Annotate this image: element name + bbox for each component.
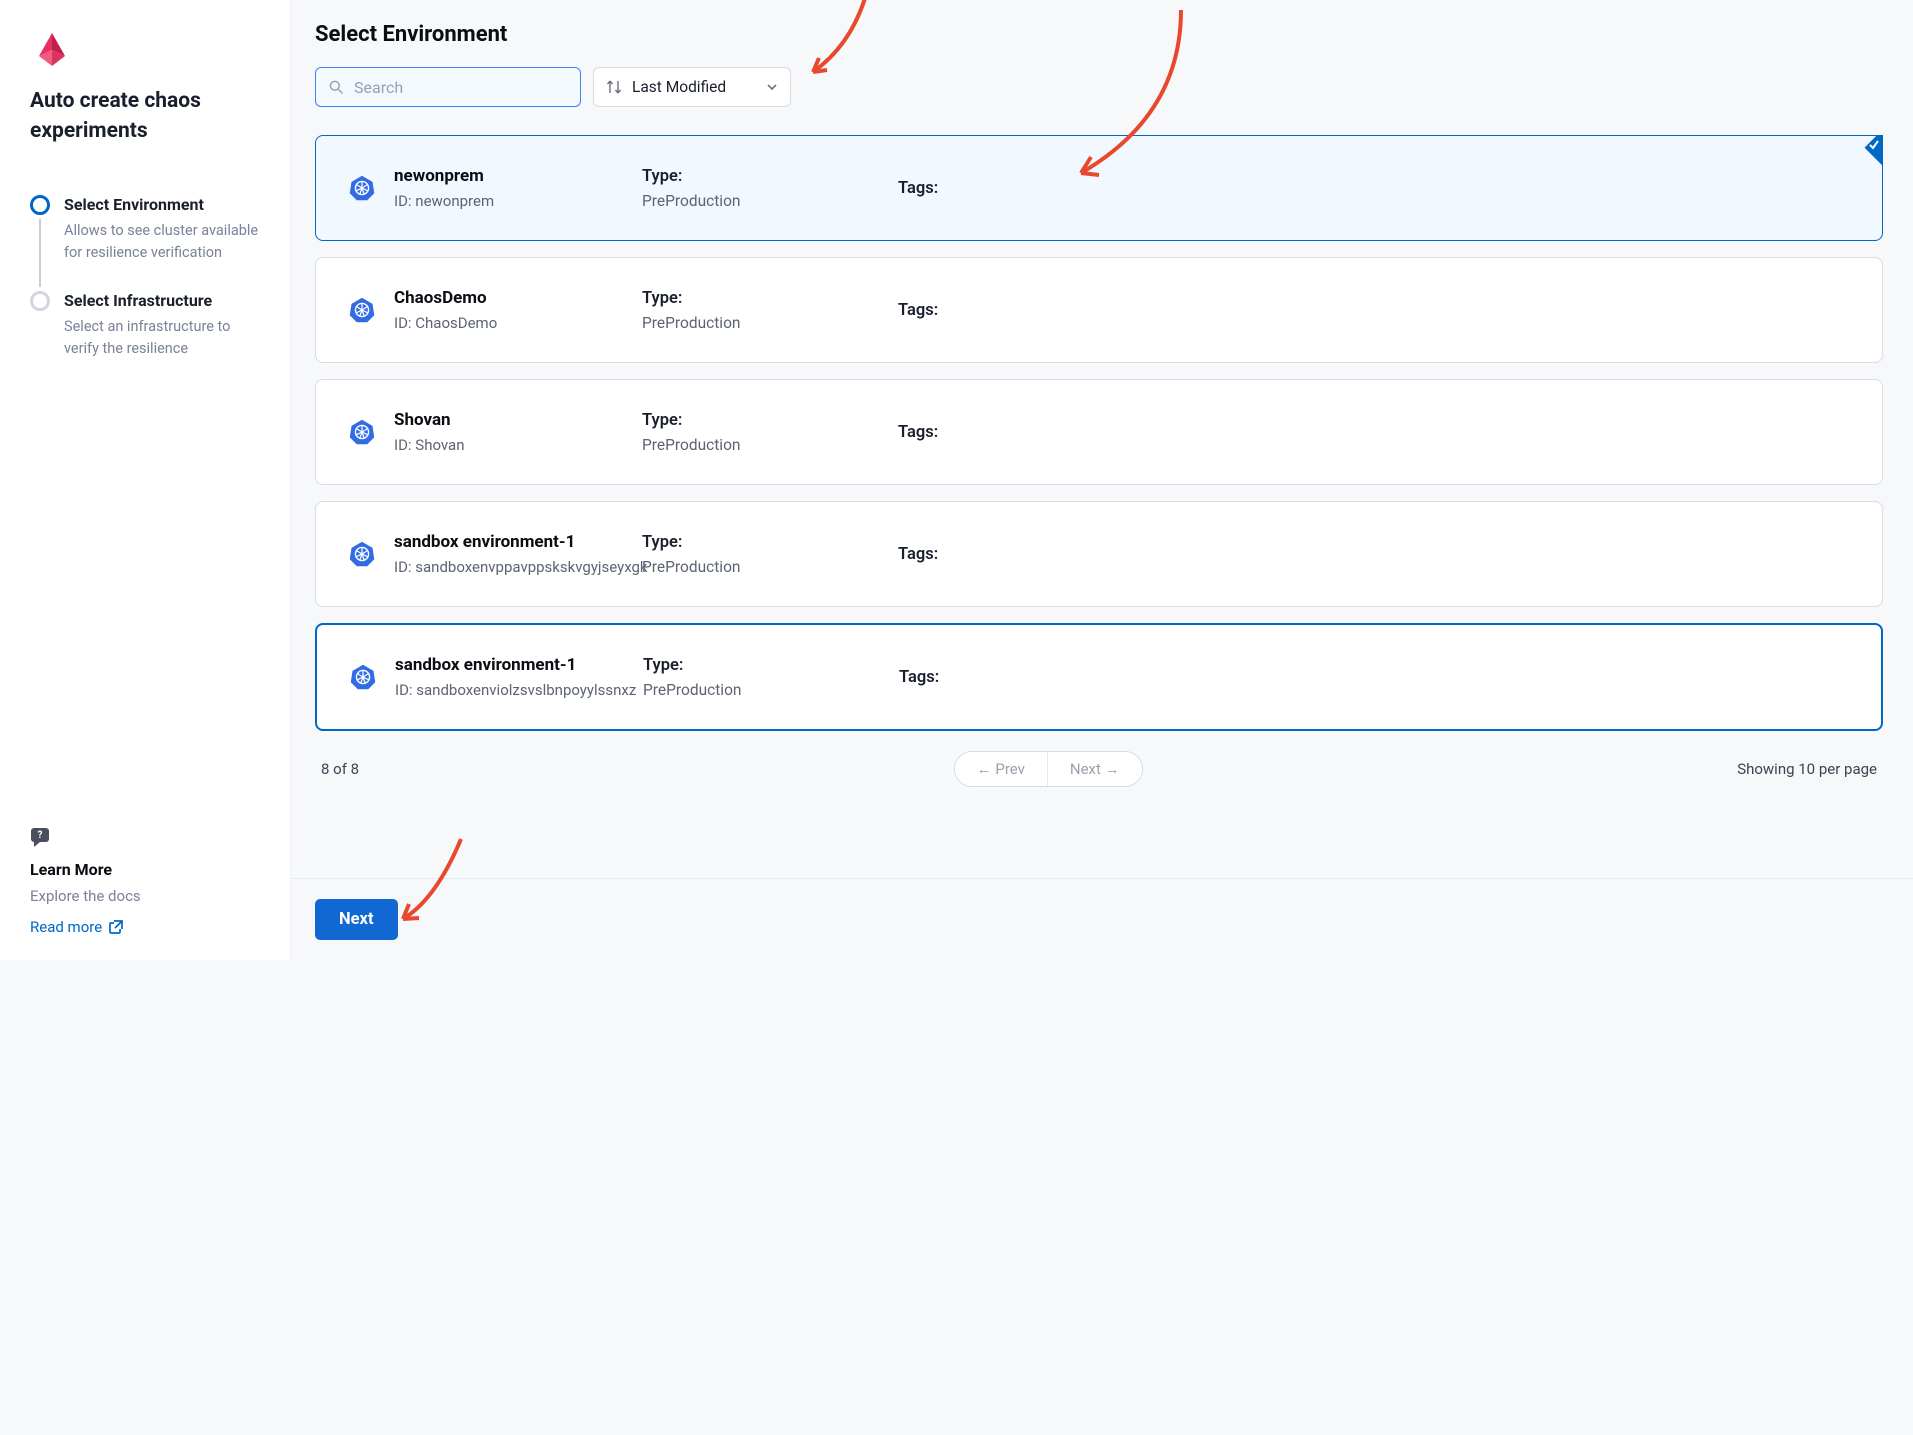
environment-card[interactable]: Shovan ID: ShovanType: PreProductionTags: [315,379,1883,485]
main-panel: Select Environment Last Modified newonpr… [290,0,1913,960]
step-select-infrastructure[interactable]: Select Infrastructure Select an infrastr… [30,291,264,387]
kubernetes-icon [348,418,376,446]
page-title: Select Environment [315,22,1883,47]
environment-card[interactable]: newonprem ID: newonpremType: PreProduction… [315,135,1883,241]
environment-name: sandbox environment-1 [394,532,642,552]
sort-icon [606,79,622,95]
type-label: Type: [643,656,899,675]
step-title: Select Infrastructure [64,291,264,310]
step-title: Select Environment [64,195,264,214]
tags-label: Tags: [898,423,1850,442]
type-value: PreProduction [642,558,898,576]
wizard-title: Auto create chaos experiments [30,86,264,147]
tags-label: Tags: [899,668,1849,687]
sort-dropdown[interactable]: Last Modified [593,67,791,107]
type-label: Type: [642,411,898,430]
tags-label: Tags: [898,179,1850,198]
environment-name: newonprem [394,166,642,186]
chevron-down-icon [766,81,778,93]
environment-card[interactable]: sandbox environment-1 ID: sandboxenviolzs… [315,623,1883,731]
tags-label: Tags: [898,545,1850,564]
type-label: Type: [642,167,898,186]
step-description: Allows to see cluster available for resi… [64,220,264,265]
svg-text:?: ? [38,830,43,841]
environment-id: ID: ChaosDemo [394,314,642,332]
environment-card[interactable]: ChaosDemo ID: ChaosDemoType: PreProduction… [315,257,1883,363]
search-icon [328,78,344,96]
search-input-wrapper[interactable] [315,67,581,107]
prev-button[interactable]: ← Prev [955,752,1047,786]
type-value: PreProduction [642,192,898,210]
step-description: Select an infrastructure to verify the r… [64,316,264,361]
environment-id: ID: sandboxenvppavppskskvgyjseyxgk [394,558,642,576]
environment-name: Shovan [394,410,642,430]
learn-more-section: ? Learn More Explore the docs Read more [30,827,264,936]
environment-id: ID: Shovan [394,436,642,454]
step-indicator-icon [30,195,50,215]
search-input[interactable] [354,78,568,97]
learn-more-title: Learn More [30,860,264,879]
selected-badge [1849,135,1883,169]
pagination-per-page: Showing 10 per page [1737,760,1877,778]
environment-id: ID: sandboxenviolzsvslbnpoyylssnxz [395,681,643,699]
type-value: PreProduction [642,436,898,454]
step-indicator-icon [30,291,50,311]
environment-name: sandbox environment-1 [395,655,643,675]
external-link-icon [108,919,124,935]
logo-icon [30,28,74,72]
wizard-steps: Select Environment Allows to see cluster… [30,195,264,827]
help-chat-icon: ? [30,827,264,854]
pagination-bar: 8 of 8 ← Prev Next → Showing 10 per page [315,731,1883,797]
next-page-button[interactable]: Next → [1047,752,1142,786]
environment-id: ID: newonprem [394,192,642,210]
step-select-environment[interactable]: Select Environment Allows to see cluster… [30,195,264,291]
type-label: Type: [642,289,898,308]
learn-more-subtitle: Explore the docs [30,887,264,905]
read-more-link[interactable]: Read more [30,918,124,936]
type-label: Type: [642,533,898,552]
pagination-count: 8 of 8 [321,760,359,778]
footer-bar: Next [291,878,1913,960]
kubernetes-icon [348,174,376,202]
next-button[interactable]: Next [315,899,398,940]
sidebar: Auto create chaos experiments Select Env… [0,0,290,960]
kubernetes-icon [349,663,377,691]
type-value: PreProduction [642,314,898,332]
tags-label: Tags: [898,301,1850,320]
kubernetes-icon [348,540,376,568]
kubernetes-icon [348,296,376,324]
environment-card[interactable]: sandbox environment-1 ID: sandboxenvppavp… [315,501,1883,607]
environment-name: ChaosDemo [394,288,642,308]
environment-list: newonpremID: newonpremType:PreProduction… [315,135,1883,731]
sort-label: Last Modified [632,78,726,96]
type-value: PreProduction [643,681,899,699]
